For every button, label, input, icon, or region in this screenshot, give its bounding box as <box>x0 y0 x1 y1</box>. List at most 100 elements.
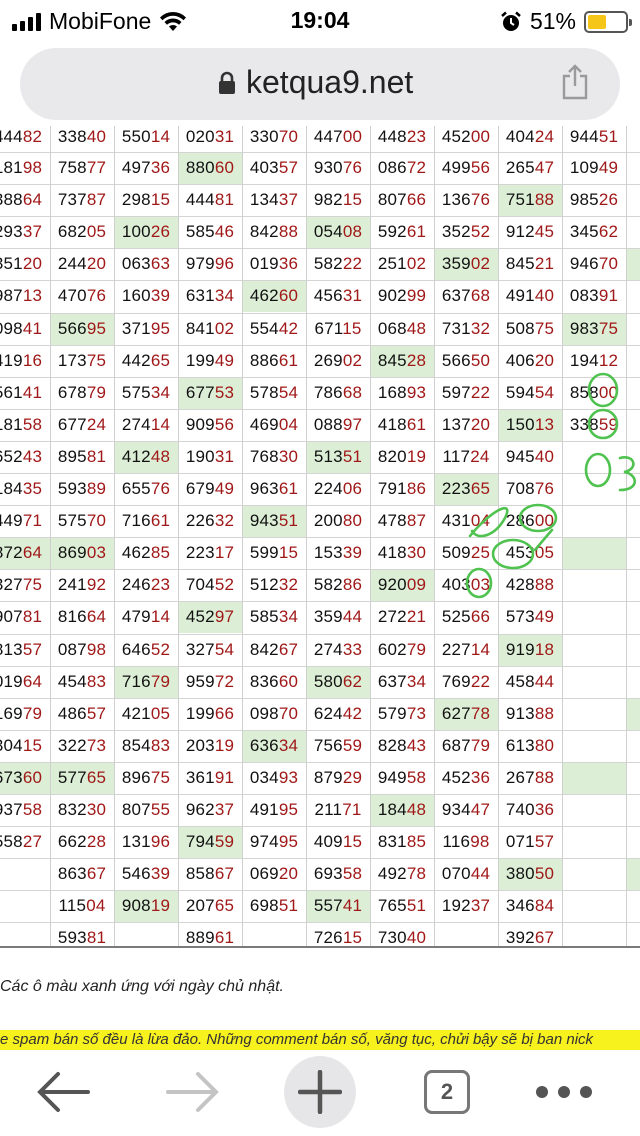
table-cell: 45236 <box>441 767 491 787</box>
table-cell: 15339 <box>313 543 363 563</box>
table-cell: 01964 <box>0 671 43 691</box>
table-cell: 97996 <box>185 254 235 274</box>
table-cell: 10026 <box>121 222 171 242</box>
table-cell: 08391 <box>569 286 619 306</box>
table-cell: 75877 <box>57 158 107 177</box>
table-cell: 41830 <box>377 543 427 563</box>
table-cell: 84528 <box>377 350 427 370</box>
table-cell: 84288 <box>249 222 299 242</box>
table-cell: 06848 <box>377 318 427 338</box>
table-cell: 67879 <box>57 382 107 402</box>
table-cell: 86367 <box>57 864 107 884</box>
forward-arrow-icon[interactable] <box>156 1056 228 1128</box>
table-cell: 55014 <box>121 127 171 146</box>
table-cell: 69851 <box>249 896 299 916</box>
table-cell: 01936 <box>249 254 299 274</box>
address-bar[interactable]: ketqua9.net <box>20 48 620 120</box>
table-cell: 71661 <box>121 511 171 531</box>
table-cell: 84521 <box>505 254 555 274</box>
table-cell: 93758 <box>0 800 43 819</box>
table-cell: 40303 <box>441 575 491 595</box>
table-cell: 45200 <box>441 127 491 146</box>
table-cell: 52566 <box>441 607 491 627</box>
alarm-icon <box>501 11 521 31</box>
table-cell: 06920 <box>249 864 299 884</box>
table-cell: 30415 <box>0 735 43 755</box>
table-cell: 60279 <box>377 639 427 659</box>
sunday-highlight <box>627 859 640 891</box>
table-cell: 24420 <box>57 254 107 274</box>
table-cell: 57534 <box>121 382 171 402</box>
table-cell: 58546 <box>185 222 235 242</box>
table-cell: 56650 <box>441 350 491 370</box>
table-cell: 91245 <box>505 222 555 242</box>
table-cell: 59381 <box>57 928 107 948</box>
table-cell: 76922 <box>441 671 491 691</box>
table-cell: 13437 <box>249 190 299 210</box>
table-cell: 19412 <box>569 350 619 370</box>
table-cell: 66228 <box>57 832 107 852</box>
table-cell: 41861 <box>377 414 427 434</box>
table-cell: 87264 <box>0 543 43 563</box>
more-menu-icon[interactable] <box>528 1056 600 1128</box>
table-cell: 37195 <box>121 318 171 338</box>
table-cell: 22365 <box>441 479 491 498</box>
table-cell: 84267 <box>249 639 299 659</box>
table-cell: 94451 <box>569 127 619 146</box>
warning-notice: e spam bán số đều là lừa đảo. Những comm… <box>0 1030 640 1050</box>
table-cell: 86903 <box>57 543 107 563</box>
table-cell: 55741 <box>313 896 363 916</box>
table-cell: 45297 <box>185 607 235 627</box>
table-bottom-rule <box>0 946 640 948</box>
table-cell: 93076 <box>313 158 363 177</box>
share-icon[interactable] <box>560 64 590 100</box>
table-cell: 51351 <box>313 446 363 466</box>
url-text[interactable]: ketqua9.net <box>246 64 413 101</box>
battery-percent: 51% <box>529 8 576 34</box>
table-cell: 47076 <box>57 286 107 306</box>
table-cell: 45844 <box>505 671 555 691</box>
table-cell: 94540 <box>505 446 555 466</box>
back-arrow-icon[interactable] <box>28 1056 100 1128</box>
table-cell: 41248 <box>121 446 171 466</box>
table-cell: 42888 <box>505 575 555 595</box>
table-cell: 73787 <box>57 190 107 210</box>
table-cell: 07044 <box>441 864 491 884</box>
table-cell: 45631 <box>313 286 363 306</box>
table-cell: 97495 <box>249 832 299 852</box>
table-cell: 89581 <box>57 446 107 466</box>
table-cell: 96237 <box>185 800 235 819</box>
table-cell: 07157 <box>505 832 555 852</box>
table-cell: 49278 <box>377 864 427 884</box>
table-cell: 29815 <box>121 190 171 210</box>
table-cell: 27221 <box>377 607 427 627</box>
table-cell: 06363 <box>121 254 171 274</box>
table-cell: 41916 <box>0 350 43 370</box>
table-cell: 05408 <box>313 222 363 242</box>
table-cell: 46285 <box>121 543 171 563</box>
table-cell: 55442 <box>249 318 299 338</box>
table-cell: 65243 <box>0 446 43 466</box>
table-cell: 44700 <box>313 127 363 146</box>
table-cell: 79459 <box>185 832 235 852</box>
new-tab-button[interactable] <box>284 1056 356 1128</box>
table-cell: 08672 <box>377 158 427 177</box>
table-cell: 63768 <box>441 286 491 306</box>
table-cell: 64652 <box>121 639 171 659</box>
table-cell: 75188 <box>505 190 555 210</box>
table-cell: 57973 <box>377 703 427 723</box>
table-cell: 83185 <box>377 832 427 852</box>
lock-icon <box>219 71 235 94</box>
table-cell: 67360 <box>0 767 43 787</box>
table-cell: 98526 <box>569 190 619 210</box>
table-cell: 82843 <box>377 735 427 755</box>
table-cell: 71679 <box>121 671 171 691</box>
table-cell: 48657 <box>57 703 107 723</box>
table-cell: 81357 <box>0 639 43 659</box>
table-cell: 80755 <box>121 800 171 819</box>
tab-switcher-button[interactable]: 2 <box>424 1070 470 1114</box>
table-cell: 09870 <box>249 703 299 723</box>
table-cell: 38050 <box>505 864 555 884</box>
table-cell: 88961 <box>185 928 235 948</box>
table-cell: 58222 <box>313 254 363 274</box>
